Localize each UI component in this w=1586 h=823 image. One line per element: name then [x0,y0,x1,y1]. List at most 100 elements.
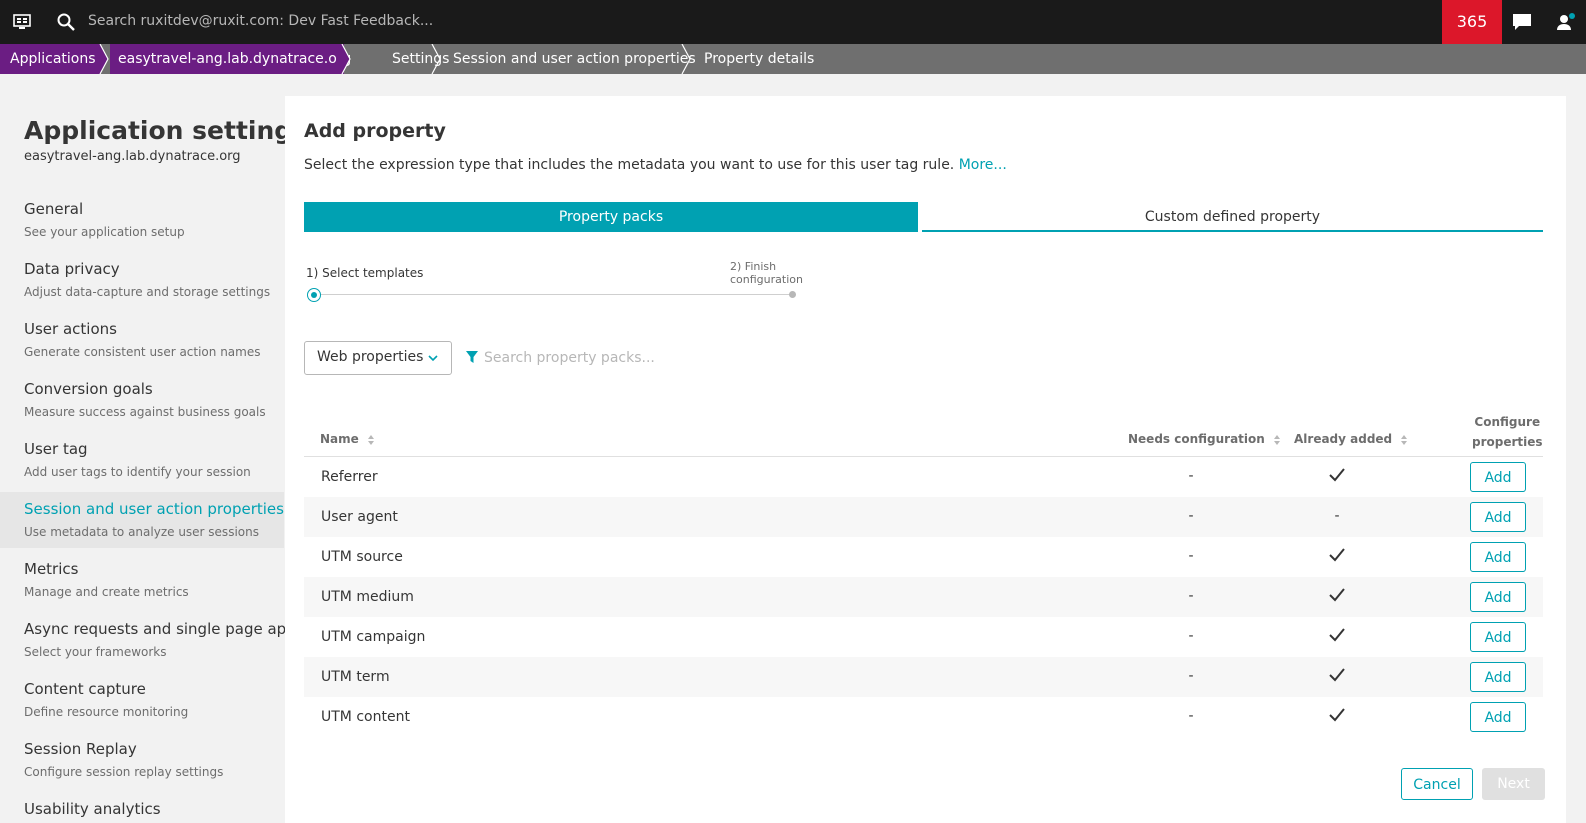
step-finish-configuration: 2) Finish configuration [730,260,803,286]
sidebar-item-conversion-goals[interactable]: Conversion goals Measure success against… [0,380,284,440]
page-description: Select the expression type that includes… [304,157,1007,173]
more-link[interactable]: More... [959,157,1007,173]
column-header-already-added[interactable]: Already added [1294,432,1408,446]
sidebar-item-usability-analytics[interactable]: Usability analytics [0,800,284,823]
row-name: UTM source [321,549,403,565]
cancel-button[interactable]: Cancel [1401,768,1473,800]
sidebar-item-title: Metrics [24,560,79,578]
column-header-label: Needs configuration [1128,432,1265,446]
add-button[interactable]: Add [1470,462,1526,492]
checkmark-icon [1327,708,1347,726]
table-row: UTM term - Add [304,657,1543,697]
select-value: Web properties [317,349,424,365]
checkmark-icon [1327,588,1347,606]
row-needs-configuration: - [1188,668,1194,684]
screen-menu-icon[interactable] [12,12,32,32]
table-row: UTM content - Add [304,697,1543,737]
step-label-line: configuration [730,273,803,286]
top-bar: Search ruxitdev@ruxit.com: Dev Fast Feed… [0,0,1586,44]
sidebar-item-session-properties[interactable]: Session and user action properties Use m… [0,492,284,548]
sidebar-item-data-privacy[interactable]: Data privacy Adjust data-capture and sto… [0,260,284,320]
add-button[interactable]: Add [1470,662,1526,692]
sidebar-item-user-actions[interactable]: User actions Generate consistent user ac… [0,320,284,380]
sidebar-item-general[interactable]: General See your application setup [0,200,284,260]
add-button[interactable]: Add [1470,542,1526,572]
row-needs-configuration: - [1188,588,1194,604]
sidebar-item-title: Usability analytics [24,800,161,818]
checkmark-icon [1327,628,1347,646]
checkmark-icon [1327,468,1347,486]
sidebar-item-title: Conversion goals [24,380,153,398]
sidebar-item-desc: Adjust data-capture and storage settings [24,285,271,299]
row-needs-configuration: - [1188,468,1194,484]
add-button[interactable]: Add [1470,702,1526,732]
sidebar-item-metrics[interactable]: Metrics Manage and create metrics [0,560,284,620]
column-header-needs-configuration[interactable]: Needs configuration [1128,432,1281,446]
tab-custom-defined-property[interactable]: Custom defined property [922,202,1543,232]
sidebar-item-async-requests[interactable]: Async requests and single page apps Sele… [0,620,304,680]
sidebar-item-title: Session Replay [24,740,137,758]
sidebar-item-title: Data privacy [24,260,120,278]
sidebar-item-session-replay[interactable]: Session Replay Configure session replay … [0,740,284,800]
sidebar-item-user-tag[interactable]: User tag Add user tags to identify your … [0,440,284,500]
breadcrumb-separator-icon [681,44,691,74]
row-name: UTM campaign [321,629,426,645]
add-button[interactable]: Add [1470,502,1526,532]
sidebar-item-desc: Configure session replay settings [24,765,224,779]
search-icon[interactable] [56,12,76,32]
checkmark-icon [1327,668,1347,686]
sidebar-item-title: Async requests and single page apps [24,620,304,638]
sidebar-item-content-capture[interactable]: Content capture Define resource monitori… [0,680,284,740]
row-already-added: - [1334,508,1340,524]
tab-property-packs[interactable]: Property packs [304,202,918,232]
table-row: UTM campaign - Add [304,617,1543,657]
stepper-current-dot [307,288,321,302]
table-row: User agent - - Add [304,497,1543,537]
add-button[interactable]: Add [1470,582,1526,612]
breadcrumb-item-property-details: Property details [704,51,815,67]
breadcrumb-item-session-properties[interactable]: Session and user action properties [453,44,696,74]
add-button[interactable]: Add [1470,622,1526,652]
row-name: UTM content [321,709,410,725]
row-needs-configuration: - [1188,708,1194,724]
sidebar-title: Application settings [24,116,308,145]
sidebar-item-desc: Use metadata to analyze user sessions [24,525,259,539]
filter-icon [466,351,478,363]
sidebar-item-title: User actions [24,320,117,338]
row-needs-configuration: - [1188,628,1194,644]
search-property-packs-input[interactable] [482,345,786,371]
table-row: UTM medium - Add [304,577,1543,617]
notification-count-badge[interactable]: 365 [1442,0,1502,44]
column-header-name[interactable]: Name [320,432,375,446]
step-label-line: 2) Finish [730,260,777,273]
row-name: UTM medium [321,589,414,605]
global-search-input[interactable]: Search ruxitdev@ruxit.com: Dev Fast Feed… [88,13,433,29]
breadcrumb-separator-icon [96,44,109,74]
row-name: UTM term [321,669,390,685]
sidebar-subtitle: easytravel-ang.lab.dynatrace.org [24,149,241,164]
sort-icon [1401,434,1408,445]
step-select-templates: 1) Select templates [306,266,424,280]
sidebar-item-desc: Select your frameworks [24,645,167,659]
column-header-label: Configure [1474,415,1541,429]
sidebar-item-title: User tag [24,440,88,458]
property-type-select[interactable]: Web properties [304,341,452,375]
page-title: Add property [304,120,446,142]
sidebar-item-desc: Add user tags to identify your session [24,465,251,479]
stepper-track [318,294,794,295]
table-row: Referrer - Add [304,457,1543,497]
sidebar-item-desc: Measure success against business goals [24,405,266,419]
sort-icon [1274,434,1280,445]
column-header-label: Name [320,432,359,446]
description-text: Select the expression type that includes… [304,157,955,173]
next-button[interactable]: Next [1482,768,1545,800]
stepper-next-dot [789,291,796,298]
breadcrumb-item-application[interactable]: easytravel-ang.lab.dynatrace.org [110,44,351,74]
breadcrumb-separator-icon [431,44,441,74]
chat-icon[interactable] [1511,12,1533,32]
row-name: User agent [321,509,398,525]
user-icon[interactable] [1555,11,1577,33]
sidebar-item-desc: Generate consistent user action names [24,345,261,359]
breadcrumb-item-applications[interactable]: Applications [0,44,100,74]
sidebar-item-title: Session and user action properties [24,500,284,518]
